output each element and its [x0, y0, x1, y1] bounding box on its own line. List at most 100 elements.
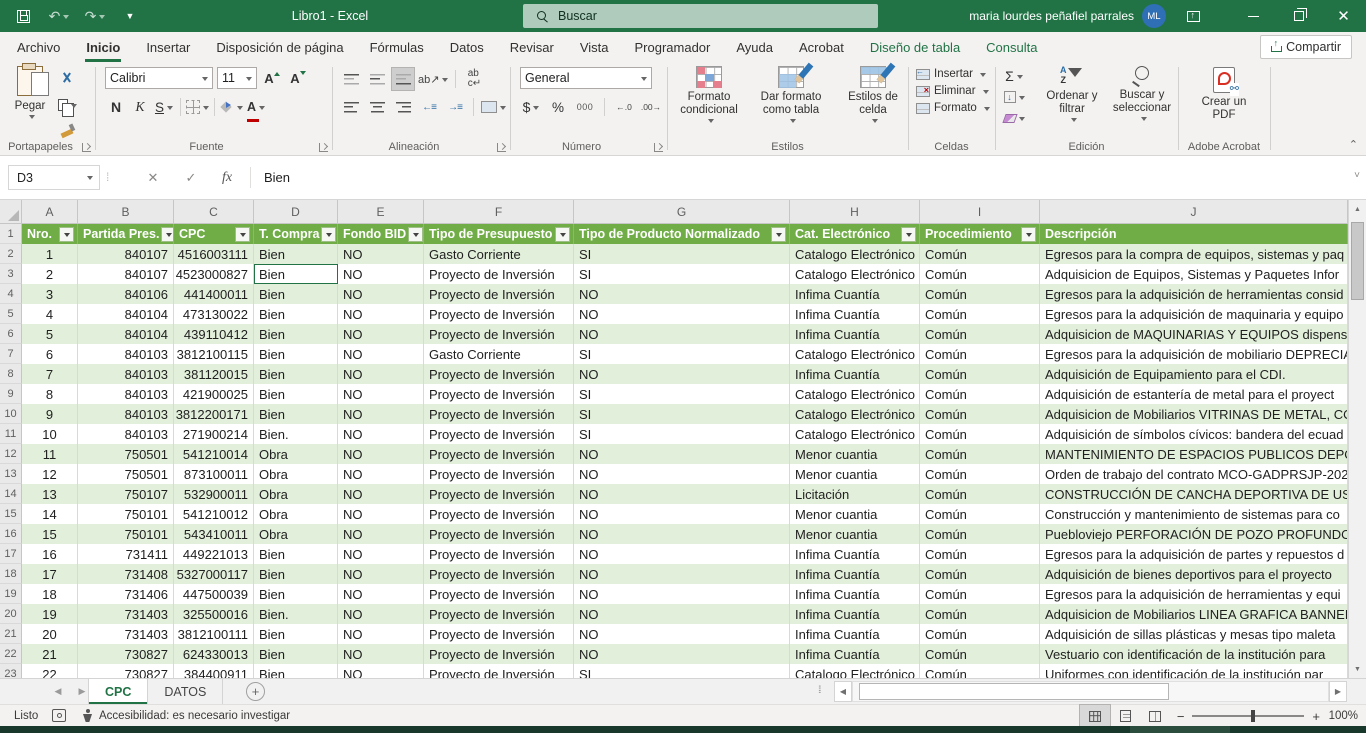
cell-F22[interactable]: Proyecto de Inversión	[424, 644, 574, 664]
buscar-y-seleccionar-button[interactable]: Buscar y seleccionar	[1109, 66, 1175, 123]
tab-acrobat[interactable]: Acrobat	[786, 32, 857, 62]
cell-E21[interactable]: NO	[338, 624, 424, 644]
cell-B16[interactable]: 750101	[78, 524, 174, 544]
cell-B2[interactable]: 840107	[78, 244, 174, 264]
close-button[interactable]: ✕	[1321, 0, 1366, 32]
cell-F23[interactable]: Proyecto de Inversión	[424, 664, 574, 678]
cell-D15[interactable]: Obra	[254, 504, 338, 524]
column-header-f[interactable]: F	[424, 200, 574, 224]
row-header-2[interactable]: 2	[0, 244, 22, 264]
tab-diseno-de-tabla[interactable]: Diseño de tabla	[857, 32, 973, 62]
cell-A16[interactable]: 15	[22, 524, 78, 544]
row-header-12[interactable]: 12	[0, 444, 22, 464]
horizontal-scroll-thumb[interactable]	[859, 683, 1169, 700]
align-left-button[interactable]	[340, 96, 362, 118]
cell-C14[interactable]: 532900011	[174, 484, 254, 504]
cell-F8[interactable]: Proyecto de Inversión	[424, 364, 574, 384]
cell-E19[interactable]: NO	[338, 584, 424, 604]
wrap-text-button[interactable]: abc↵	[463, 68, 485, 90]
cell-E12[interactable]: NO	[338, 444, 424, 464]
save-button[interactable]	[8, 0, 38, 32]
cell-E3[interactable]: NO	[338, 264, 424, 284]
cell-B10[interactable]: 840103	[78, 404, 174, 424]
cell-F18[interactable]: Proyecto de Inversión	[424, 564, 574, 584]
cell-H17[interactable]: Infima Cuantía	[790, 544, 920, 564]
cell-I17[interactable]: Común	[920, 544, 1040, 564]
cell-E15[interactable]: NO	[338, 504, 424, 524]
cell-I2[interactable]: Común	[920, 244, 1040, 264]
currency-format-button[interactable]: $	[520, 96, 542, 118]
decrease-font-button[interactable]: A	[287, 67, 309, 89]
cell-G7[interactable]: SI	[574, 344, 790, 364]
cell-D20[interactable]: Bien.	[254, 604, 338, 624]
zoom-slider-thumb[interactable]	[1251, 710, 1255, 722]
cell-F4[interactable]: Proyecto de Inversión	[424, 284, 574, 304]
cell-E8[interactable]: NO	[338, 364, 424, 384]
undo-button[interactable]: ↶	[44, 0, 74, 32]
cell-H7[interactable]: Catalogo Electrónico	[790, 344, 920, 364]
cell-A20[interactable]: 19	[22, 604, 78, 624]
cell-G4[interactable]: NO	[574, 284, 790, 304]
row-header-18[interactable]: 18	[0, 564, 22, 584]
cell-H22[interactable]: Infima Cuantía	[790, 644, 920, 664]
restore-button[interactable]	[1276, 0, 1321, 32]
cell-H10[interactable]: Catalogo Electrónico	[790, 404, 920, 424]
italic-button[interactable]: K	[129, 96, 151, 118]
cell-C3[interactable]: 4523000827	[174, 264, 254, 284]
cell-D11[interactable]: Bien.	[254, 424, 338, 444]
cell-D14[interactable]: Obra	[254, 484, 338, 504]
cell-B6[interactable]: 840104	[78, 324, 174, 344]
cell-F9[interactable]: Proyecto de Inversión	[424, 384, 574, 404]
cell-J7[interactable]: Egresos para la adquisición de mobiliari…	[1040, 344, 1348, 364]
share-button[interactable]: Compartir	[1260, 35, 1352, 59]
cell-A2[interactable]: 1	[22, 244, 78, 264]
cell-I5[interactable]: Común	[920, 304, 1040, 324]
cell-H13[interactable]: Menor cuantia	[790, 464, 920, 484]
cell-C19[interactable]: 447500039	[174, 584, 254, 604]
scrollbar-splitter[interactable]: ⁞⁞	[818, 685, 820, 696]
cell-C20[interactable]: 325500016	[174, 604, 254, 624]
cell-F6[interactable]: Proyecto de Inversión	[424, 324, 574, 344]
zoom-in-button[interactable]: +	[1312, 709, 1320, 724]
cell-D23[interactable]: Bien	[254, 664, 338, 678]
scroll-down-icon[interactable]: ▼	[1349, 660, 1366, 678]
scroll-up-icon[interactable]: ▲	[1349, 200, 1366, 218]
cell-E10[interactable]: NO	[338, 404, 424, 424]
ribbon-display-options-button[interactable]	[1171, 0, 1216, 32]
cell-H8[interactable]: Infima Cuantía	[790, 364, 920, 384]
cell-B14[interactable]: 750107	[78, 484, 174, 504]
cell-F12[interactable]: Proyecto de Inversión	[424, 444, 574, 464]
cell-H2[interactable]: Catalogo Electrónico	[790, 244, 920, 264]
fill-color-button[interactable]	[220, 96, 243, 118]
cell-H18[interactable]: Infima Cuantía	[790, 564, 920, 584]
cell-J4[interactable]: Egresos para la adquisición de herramien…	[1040, 284, 1348, 304]
cell-J10[interactable]: Adquisicion de Mobiliarios VITRINAS DE M…	[1040, 404, 1348, 424]
cancel-entry-button[interactable]: ✕	[136, 165, 170, 190]
cell-F14[interactable]: Proyecto de Inversión	[424, 484, 574, 504]
cell-I8[interactable]: Común	[920, 364, 1040, 384]
cell-G11[interactable]: SI	[574, 424, 790, 444]
row-header-9[interactable]: 9	[0, 384, 22, 404]
cell-C8[interactable]: 381120015	[174, 364, 254, 384]
cell-C2[interactable]: 4516003111	[174, 244, 254, 264]
bold-button[interactable]: N	[105, 96, 127, 118]
cell-B19[interactable]: 731406	[78, 584, 174, 604]
cell-G9[interactable]: SI	[574, 384, 790, 404]
column-header-g[interactable]: G	[574, 200, 790, 224]
cell-I20[interactable]: Común	[920, 604, 1040, 624]
tab-programador[interactable]: Programador	[622, 32, 724, 62]
cell-H20[interactable]: Infima Cuantía	[790, 604, 920, 624]
cell-I23[interactable]: Común	[920, 664, 1040, 678]
cell-H15[interactable]: Menor cuantia	[790, 504, 920, 524]
hscroll-left-icon[interactable]: ◀	[834, 681, 852, 702]
cell-F10[interactable]: Proyecto de Inversión	[424, 404, 574, 424]
cell-C12[interactable]: 541210014	[174, 444, 254, 464]
cell-A11[interactable]: 10	[22, 424, 78, 444]
cell-D18[interactable]: Bien	[254, 564, 338, 584]
cell-E4[interactable]: NO	[338, 284, 424, 304]
cell-G2[interactable]: SI	[574, 244, 790, 264]
row-header-20[interactable]: 20	[0, 604, 22, 624]
clipboard-dialog-launcher[interactable]	[82, 143, 91, 152]
horizontal-scrollbar[interactable]	[852, 681, 1329, 702]
cell-H5[interactable]: Infima Cuantía	[790, 304, 920, 324]
